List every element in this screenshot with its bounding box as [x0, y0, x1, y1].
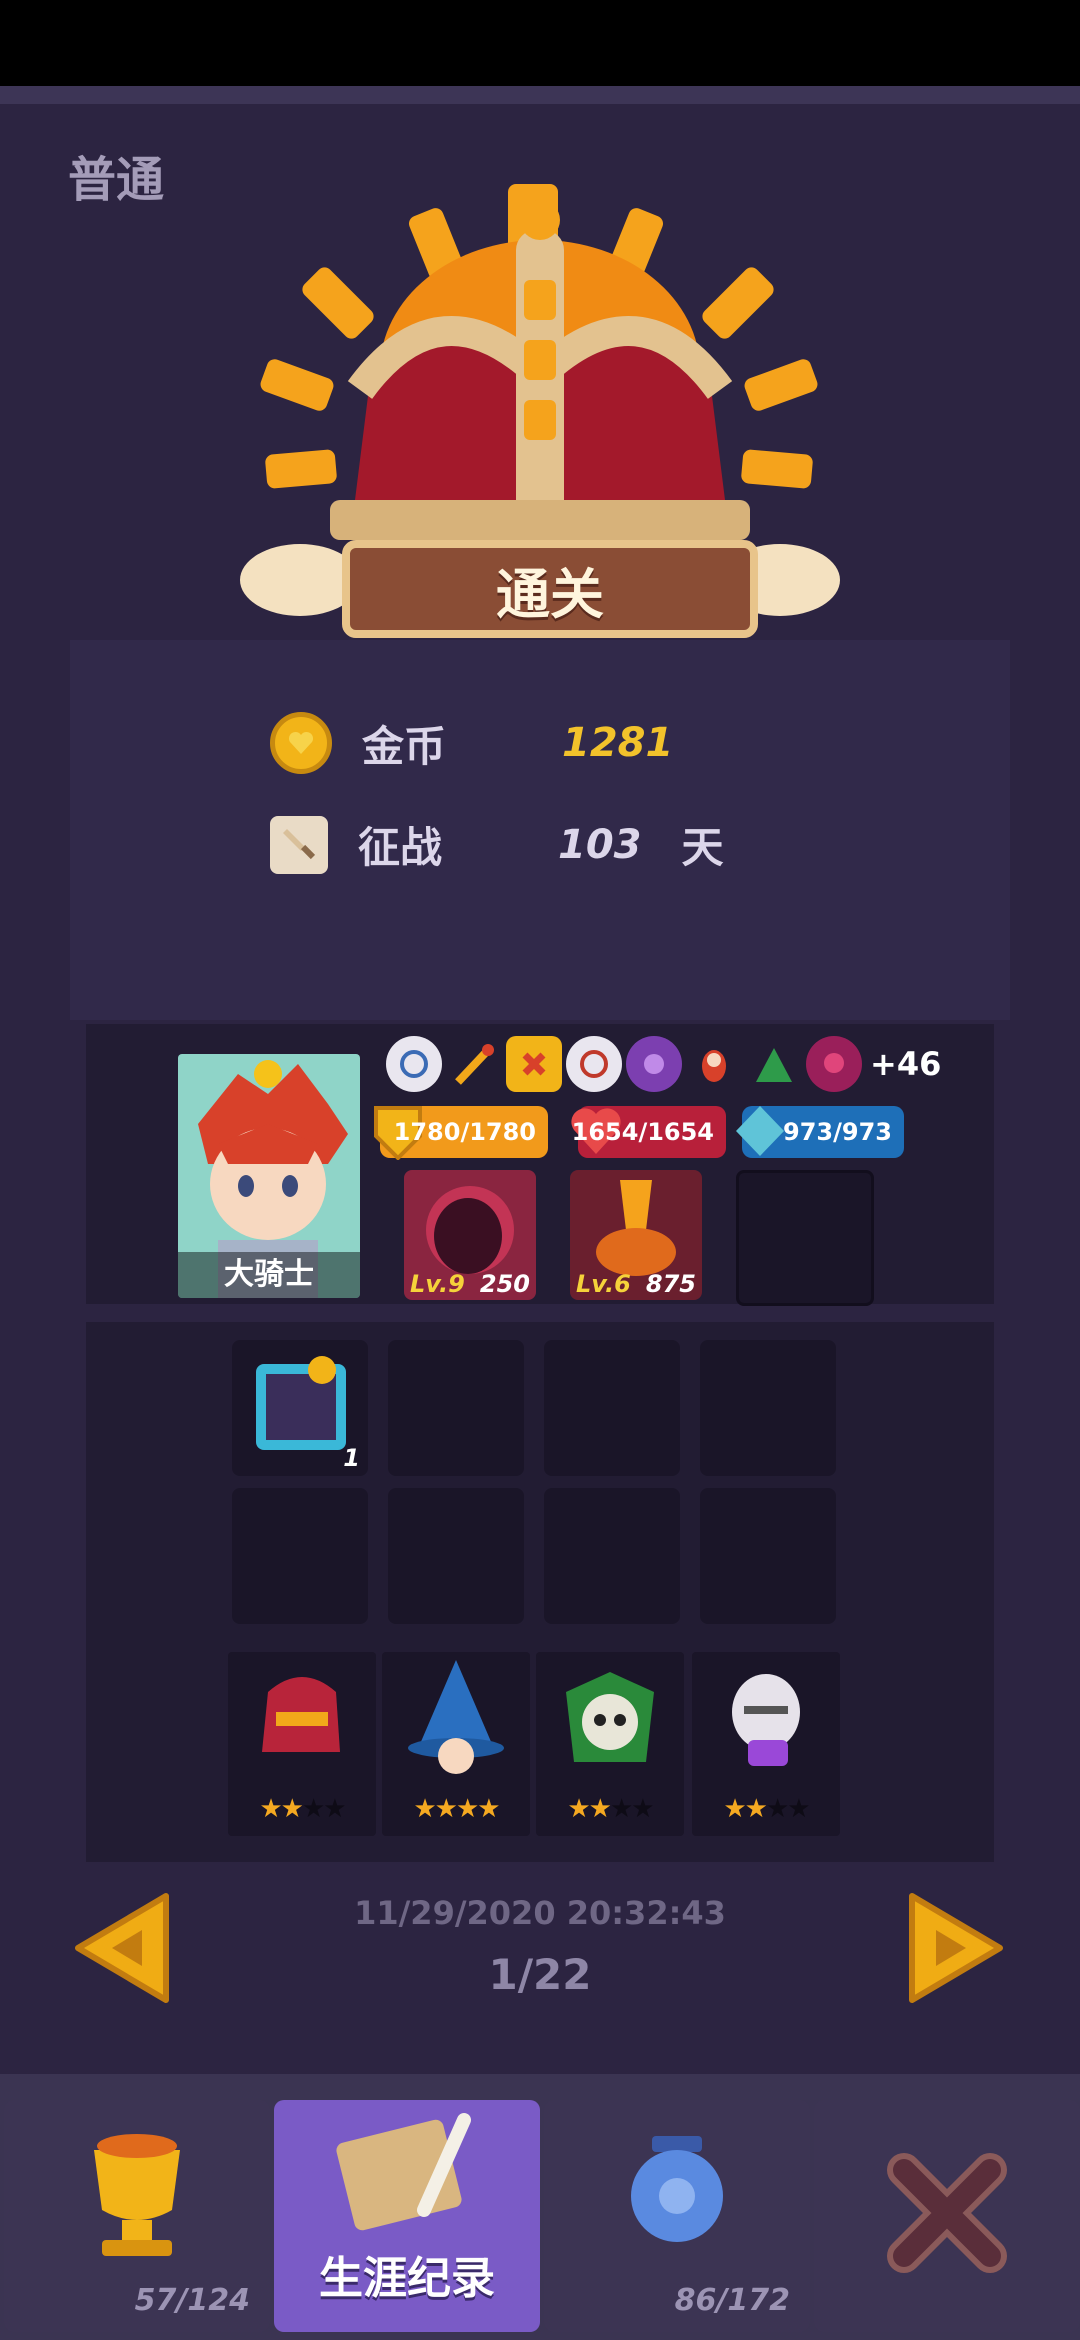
collection-count: 86/172: [674, 2283, 790, 2318]
skull-relic-icon[interactable]: [806, 1036, 862, 1092]
inventory-slot-5[interactable]: [232, 1488, 368, 1624]
mana-bar: 973/973: [736, 1106, 904, 1158]
companion-1-stars: ★★★★: [259, 1794, 346, 1824]
golden-staff-relic-icon[interactable]: [446, 1036, 502, 1092]
days-row: 征战 103 天: [270, 814, 724, 875]
tab-career-record[interactable]: 生涯纪录: [274, 2100, 540, 2332]
record-timestamp: 11/29/2020 20:32:43: [354, 1894, 726, 1932]
compass-relic-icon[interactable]: [386, 1036, 442, 1092]
item-count: 1: [343, 1444, 360, 1472]
skill-1-level: Lv.9: [410, 1270, 465, 1298]
companion-2-stars: ★★★★: [413, 1794, 500, 1824]
coin-icon: [270, 712, 332, 774]
inventory-slot-7[interactable]: [544, 1488, 680, 1624]
close-button[interactable]: [814, 2100, 1080, 2332]
winged-doll-relic-icon[interactable]: [686, 1036, 742, 1092]
days-unit: 天: [681, 823, 724, 872]
companion-4-stars: ★★★★: [723, 1794, 810, 1824]
cleared-banner: 通关: [342, 540, 758, 638]
green-tent-relic-icon[interactable]: [746, 1036, 802, 1092]
health-bar: 1654/1654: [571, 1106, 726, 1158]
blue-vase-icon: [631, 2136, 723, 2242]
companion-card-4[interactable]: ★★★★: [692, 1652, 840, 1836]
purple-gear-relic-icon[interactable]: [626, 1036, 682, 1092]
inventory-slot-1[interactable]: 1: [232, 1340, 368, 1476]
armor-bar: 1780/1780: [374, 1106, 548, 1160]
gold-label: 金币: [362, 721, 447, 771]
green-skull-reaper-icon: [566, 1672, 654, 1762]
sword-icon: [270, 815, 328, 874]
inventory-slot-6[interactable]: [388, 1488, 524, 1624]
status-bar: [0, 0, 1080, 86]
skill-slot-2[interactable]: Lv.6 875: [570, 1170, 702, 1300]
white-helmet-alchemist-icon: [732, 1674, 800, 1766]
companion-3-stars: ★★★★: [567, 1794, 654, 1824]
skill-slot-empty[interactable]: [736, 1170, 874, 1306]
companion-card-2[interactable]: ★★★★: [382, 1652, 530, 1836]
skill-2-level: Lv.6: [576, 1270, 631, 1298]
top-divider: [0, 86, 1080, 104]
skill-2-value: 875: [645, 1270, 696, 1298]
gold-value: 1281: [562, 720, 674, 766]
health-value: 1654/1654: [571, 1118, 714, 1146]
days-label: 征战: [358, 823, 443, 872]
days-value: 103: [558, 821, 642, 868]
relic-row: +46: [386, 1036, 941, 1094]
cleared-text: 通关: [496, 562, 604, 626]
gold-row: 金币 1281: [270, 712, 673, 774]
skill-slot-1[interactable]: Lv.9 250: [404, 1170, 536, 1300]
mana-crystal-icon: [736, 1106, 784, 1156]
trophy-count: 57/124: [134, 2283, 250, 2318]
scroll-quill-icon: [336, 2113, 471, 2231]
inventory-slot-8[interactable]: [700, 1488, 836, 1624]
blue-wizard-icon: [408, 1660, 504, 1774]
close-icon: [887, 2153, 1007, 2273]
trophy-icon: [94, 2134, 180, 2256]
more-relics-count[interactable]: +46: [870, 1036, 941, 1094]
hero-name: 大骑士: [178, 1252, 360, 1298]
mana-value: 973/973: [783, 1118, 892, 1146]
red-helmet-knight-icon: [262, 1677, 340, 1752]
inventory-slot-2[interactable]: [388, 1340, 524, 1476]
difficulty-label: 普通: [68, 152, 165, 208]
tab-trophies[interactable]: 57/124: [4, 2100, 270, 2332]
inventory-slot-4[interactable]: [700, 1340, 836, 1476]
skill-1-value: 250: [479, 1270, 530, 1298]
inventory-slot-3[interactable]: [544, 1340, 680, 1476]
companion-card-3[interactable]: ★★★★: [536, 1652, 684, 1836]
armor-value: 1780/1780: [393, 1118, 536, 1146]
red-x-shield-relic-icon[interactable]: [506, 1036, 562, 1092]
hero-portrait[interactable]: 大骑士: [178, 1054, 360, 1298]
record-page-indicator: 1/22: [488, 1950, 592, 1999]
career-record-label: 生涯纪录: [319, 2253, 495, 2304]
compass-relic-2-icon[interactable]: [566, 1036, 622, 1092]
tab-collection[interactable]: 86/172: [544, 2100, 810, 2332]
companion-card-1[interactable]: ★★★★: [228, 1652, 376, 1836]
